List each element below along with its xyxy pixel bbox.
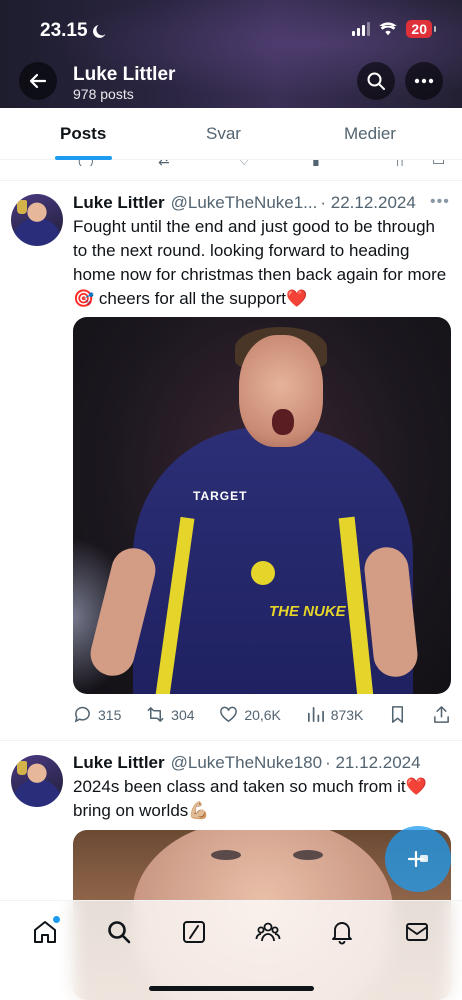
wifi-icon xyxy=(379,22,398,36)
reply-count: 315 xyxy=(98,706,122,723)
author-handle: @LukeTheNuke1... xyxy=(170,193,318,212)
more-icon xyxy=(414,78,434,84)
repost-icon xyxy=(147,707,164,722)
nav-search[interactable] xyxy=(104,917,134,947)
communities-icon xyxy=(255,922,281,942)
post-more-icon[interactable]: ••• xyxy=(430,193,450,211)
bell-icon xyxy=(332,922,353,945)
post-image[interactable]: TARGET THE NUKE xyxy=(73,317,451,694)
reply-icon: ◯ xyxy=(78,160,94,166)
back-button[interactable] xyxy=(19,62,57,100)
share-button[interactable] xyxy=(432,705,451,724)
author-handle: @LukeTheNuke180 xyxy=(170,753,323,772)
moon-icon xyxy=(92,25,106,38)
reply-button[interactable]: 315 xyxy=(73,705,121,724)
post-text: Fought until the end and just good to be… xyxy=(73,217,447,308)
arrow-left-icon xyxy=(29,73,47,89)
bottom-navigation xyxy=(0,900,462,1000)
heart-icon xyxy=(220,706,238,723)
search-icon xyxy=(108,921,131,944)
search-icon xyxy=(367,72,385,90)
tab-media[interactable]: Medier xyxy=(344,124,396,144)
battery-icon: 20 xyxy=(406,20,436,38)
views-icon: ▮ xyxy=(312,160,320,166)
tab-replies[interactable]: Svar xyxy=(206,124,241,144)
status-icons: 20 xyxy=(352,20,436,38)
home-icon xyxy=(34,921,57,943)
grok-icon xyxy=(182,921,205,943)
bookmark-button[interactable] xyxy=(388,705,407,724)
avatar[interactable] xyxy=(11,194,63,246)
repost-button[interactable]: 304 xyxy=(146,705,195,724)
nuke-logo-icon xyxy=(251,561,275,585)
compose-icon xyxy=(407,850,428,868)
post-count: 978 posts xyxy=(73,86,134,102)
compose-button[interactable] xyxy=(385,826,451,892)
nav-communities[interactable] xyxy=(253,917,283,947)
share-icon xyxy=(434,706,449,723)
repost-icon: ⇄ xyxy=(158,160,170,166)
profile-name: Luke Littler xyxy=(73,64,176,85)
nav-grok[interactable] xyxy=(179,917,209,947)
views-button[interactable]: 873K xyxy=(306,705,364,724)
view-count: 873K xyxy=(330,706,364,723)
clock-text: 23.15 xyxy=(40,20,88,41)
nav-home[interactable] xyxy=(30,916,61,947)
bookmark-icon: ▯ xyxy=(396,160,404,166)
signal-icon xyxy=(352,22,371,36)
post-header: Luke Littler @LukeTheNuke1... · 22.12.20… xyxy=(73,193,416,213)
share-icon: ▭ xyxy=(432,160,445,166)
author-name[interactable]: Luke Littler xyxy=(73,193,165,213)
shirt-name-text: THE NUKE xyxy=(269,603,346,620)
views-icon xyxy=(307,706,324,723)
previous-post-actions: ◯ ⇄ ♡ ▮ ▯ ▭ xyxy=(0,160,462,166)
profile-tabs: Posts Svar Medier xyxy=(0,108,462,160)
post[interactable]: Luke Littler @LukeTheNuke1... · 22.12.20… xyxy=(0,181,462,739)
shirt-sponsor-text: TARGET xyxy=(193,489,248,503)
notification-dot xyxy=(53,916,61,923)
mail-icon xyxy=(405,923,428,941)
repost-count: 304 xyxy=(171,706,195,723)
post-actions: 315 304 20,6K 873K xyxy=(73,705,451,724)
author-name[interactable]: Luke Littler xyxy=(73,753,165,773)
home-indicator xyxy=(149,986,314,991)
nav-notifications[interactable] xyxy=(327,917,357,947)
status-time: 23.15 xyxy=(40,20,108,42)
tab-posts[interactable]: Posts xyxy=(60,124,106,144)
more-button[interactable] xyxy=(405,62,443,100)
post-date: · 22.12.2024 xyxy=(320,193,416,212)
nav-messages[interactable] xyxy=(402,917,432,947)
search-button[interactable] xyxy=(357,62,395,100)
avatar[interactable] xyxy=(11,755,63,807)
post-header: Luke Littler @LukeTheNuke180 · 21.12.202… xyxy=(73,753,421,773)
bookmark-icon xyxy=(392,706,404,723)
like-button[interactable]: 20,6K xyxy=(219,705,281,724)
post-date: · 21.12.2024 xyxy=(325,753,421,772)
post-text: 2024s been class and taken so much from … xyxy=(73,777,427,820)
profile-header: 23.15 20 Luke Littler 978 posts xyxy=(0,0,462,108)
like-count: 20,6K xyxy=(244,706,281,723)
reply-icon xyxy=(74,706,90,723)
like-icon: ♡ xyxy=(238,160,251,166)
status-bar: 23.15 20 xyxy=(0,18,462,44)
